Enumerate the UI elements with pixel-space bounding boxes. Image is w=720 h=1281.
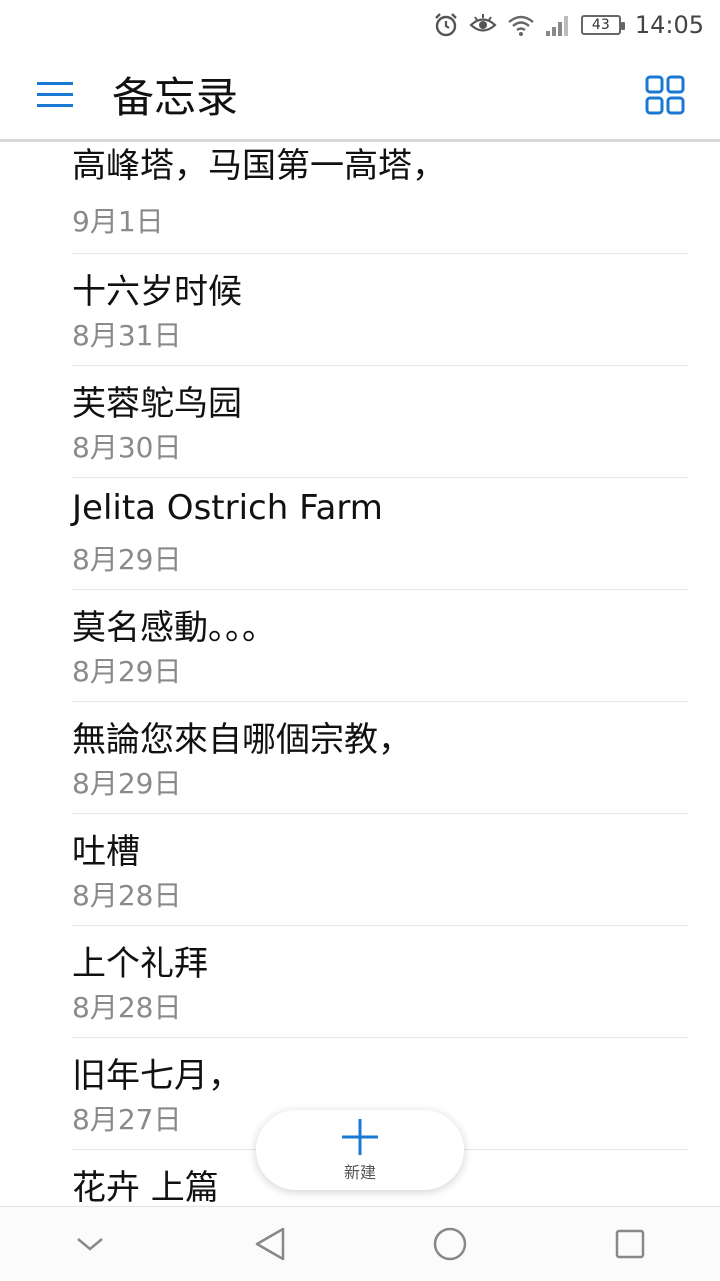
note-date: 8月29日 [72, 543, 182, 576]
note-title: 旧年七月， [72, 1056, 242, 1096]
wifi-icon [507, 13, 535, 37]
note-title: 吐槽 [72, 832, 140, 872]
hamburger-menu-icon [37, 81, 73, 107]
note-title: 花卉 上篇 [72, 1168, 219, 1206]
note-title: 芙蓉鸵鸟园 [72, 384, 242, 424]
note-title: 無論您來自哪個宗教， [72, 720, 412, 760]
note-date: 8月29日 [72, 655, 182, 688]
note-date: 8月29日 [72, 767, 182, 800]
note-title: 十六岁时候 [72, 272, 242, 312]
chevron-down-icon [77, 1237, 103, 1251]
app-bar: 备忘录 [0, 50, 720, 142]
recents-button[interactable] [590, 1207, 670, 1281]
note-item[interactable]: 芙蓉鸵鸟园 8月30日 [72, 366, 688, 478]
battery-icon: 43 [580, 15, 625, 35]
note-date: 8月28日 [72, 991, 182, 1024]
note-date: 8月30日 [72, 431, 182, 464]
eye-comfort-icon [469, 13, 497, 37]
menu-button[interactable] [0, 49, 112, 141]
new-note-label: 新建 [343, 1163, 376, 1182]
new-note-button[interactable]: 新建 [256, 1110, 464, 1190]
note-title: 上个礼拜 [72, 944, 208, 984]
system-nav-bar [0, 1206, 720, 1280]
grid-view-icon [645, 75, 685, 114]
note-item[interactable]: Jelita Ostrich Farm 8月29日 [72, 478, 688, 590]
note-title: Jelita Ostrich Farm [72, 488, 383, 528]
home-circle-icon [433, 1227, 467, 1260]
home-button[interactable] [410, 1207, 490, 1281]
note-item[interactable]: 吐槽 8月28日 [72, 814, 688, 926]
note-title: 莫名感動。。。 [72, 608, 276, 648]
note-date: 8月27日 [72, 1103, 182, 1136]
alarm-icon [433, 13, 459, 37]
status-bar: 43 14:05 [0, 0, 720, 50]
note-date: 8月31日 [72, 319, 182, 352]
note-item[interactable]: 高峰塔，马国第一高塔， 9月1日 [72, 142, 688, 254]
plus-icon [342, 1119, 378, 1155]
signal-icon [545, 13, 571, 37]
grid-view-button[interactable] [610, 49, 720, 141]
clock: 14:05 [634, 11, 704, 39]
collapse-nav-button[interactable] [50, 1207, 130, 1281]
recents-square-icon [615, 1229, 645, 1258]
note-item[interactable]: 無論您來自哪個宗教， 8月29日 [72, 702, 688, 814]
note-item[interactable]: 上个礼拜 8月28日 [72, 926, 688, 1038]
note-date: 9月1日 [72, 205, 164, 238]
page-title: 备忘录 [112, 73, 239, 122]
note-title: 高峰塔，马国第一高塔， [72, 146, 446, 186]
note-item[interactable]: 十六岁时候 8月31日 [72, 254, 688, 366]
back-button[interactable] [230, 1207, 310, 1281]
back-triangle-icon [255, 1227, 285, 1260]
notes-list[interactable]: 高峰塔，马国第一高塔， 9月1日 十六岁时候 8月31日 芙蓉鸵鸟园 8月30日… [0, 142, 720, 1206]
note-item[interactable]: 莫名感動。。。 8月29日 [72, 590, 688, 702]
battery-level: 43 [591, 17, 610, 33]
note-date: 8月28日 [72, 879, 182, 912]
